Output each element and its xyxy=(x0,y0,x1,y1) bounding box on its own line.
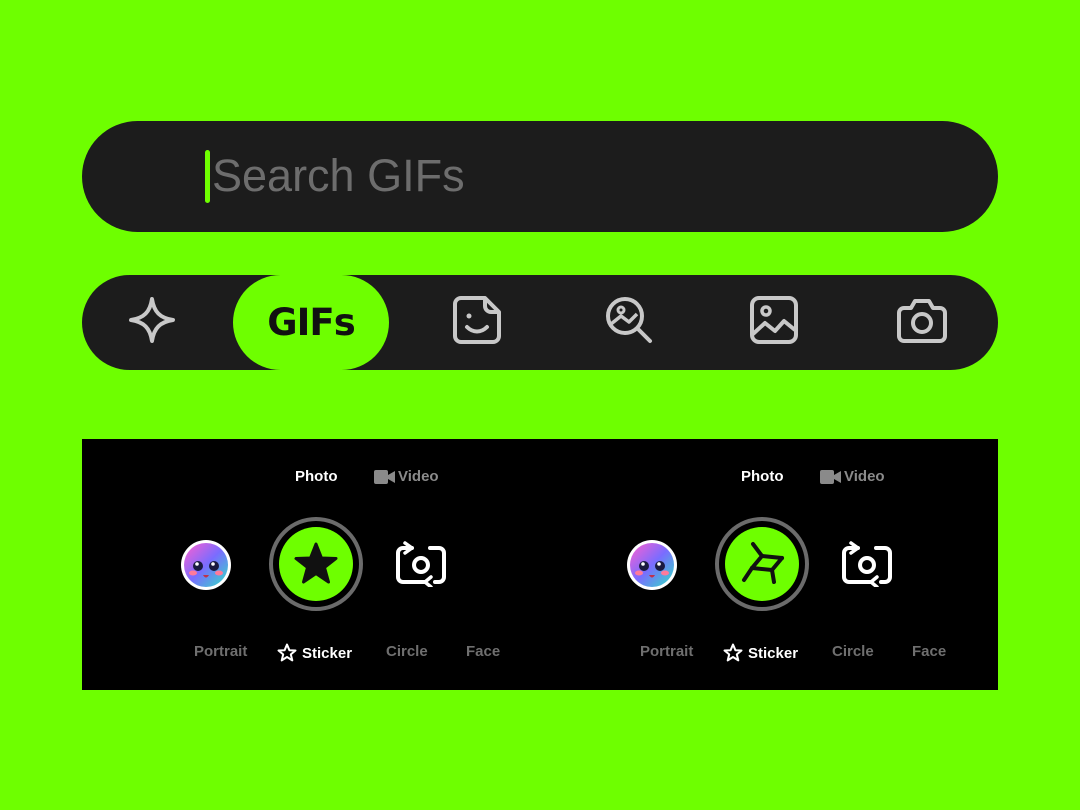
tab-gifs[interactable]: GIFs xyxy=(233,275,389,370)
option-face[interactable]: Face xyxy=(912,643,946,660)
option-sticker-label: Sticker xyxy=(302,644,353,662)
camera-icon xyxy=(896,294,948,351)
option-sticker[interactable]: Sticker xyxy=(723,643,798,663)
option-portrait[interactable]: Portrait xyxy=(194,643,247,660)
mode-video-label: Video xyxy=(398,468,439,485)
avatar[interactable] xyxy=(180,539,232,591)
tab-image-search[interactable] xyxy=(559,275,699,370)
shutter-button[interactable] xyxy=(714,516,810,612)
flip-camera-icon[interactable] xyxy=(841,541,893,589)
star-outline-icon xyxy=(723,643,743,662)
camera-controls-star: Photo Video Portrait Sticker Circle Face xyxy=(82,439,540,690)
option-circle[interactable]: Circle xyxy=(386,643,428,660)
text-caret xyxy=(205,150,210,203)
camera-panel: Photo Video Portrait Sticker Circle Face… xyxy=(82,439,998,690)
option-sticker[interactable]: Sticker xyxy=(277,643,352,663)
avatar[interactable] xyxy=(626,539,678,591)
mode-video-label: Video xyxy=(844,468,885,485)
option-face[interactable]: Face xyxy=(466,643,500,660)
sparkle-icon xyxy=(126,294,178,351)
search-bar[interactable] xyxy=(82,121,998,321)
tab-gifs-label: GIFs xyxy=(267,301,355,344)
option-circle[interactable]: Circle xyxy=(832,643,874,660)
mode-photo[interactable]: Photo xyxy=(295,468,338,485)
mode-video[interactable]: Video xyxy=(820,468,885,485)
search-input[interactable] xyxy=(212,143,912,209)
media-tab-bar: GIFs xyxy=(82,275,998,370)
tab-images[interactable] xyxy=(704,275,844,370)
tab-sparkle[interactable] xyxy=(82,275,222,370)
sticker-icon xyxy=(451,294,503,351)
tab-stickers[interactable] xyxy=(407,275,547,370)
video-icon xyxy=(374,469,395,484)
image-icon xyxy=(748,294,800,351)
image-search-icon xyxy=(603,294,655,351)
video-icon xyxy=(820,469,841,484)
mode-photo[interactable]: Photo xyxy=(741,468,784,485)
option-sticker-label: Sticker xyxy=(748,644,799,662)
star-outline-icon xyxy=(277,643,297,662)
tab-camera[interactable] xyxy=(852,275,992,370)
flip-camera-icon[interactable] xyxy=(395,541,447,589)
shutter-button[interactable] xyxy=(268,516,364,612)
camera-controls-aperture: Photo Video Portrait Sticker Circle Face xyxy=(528,439,986,690)
option-portrait[interactable]: Portrait xyxy=(640,643,693,660)
mode-video[interactable]: Video xyxy=(374,468,439,485)
